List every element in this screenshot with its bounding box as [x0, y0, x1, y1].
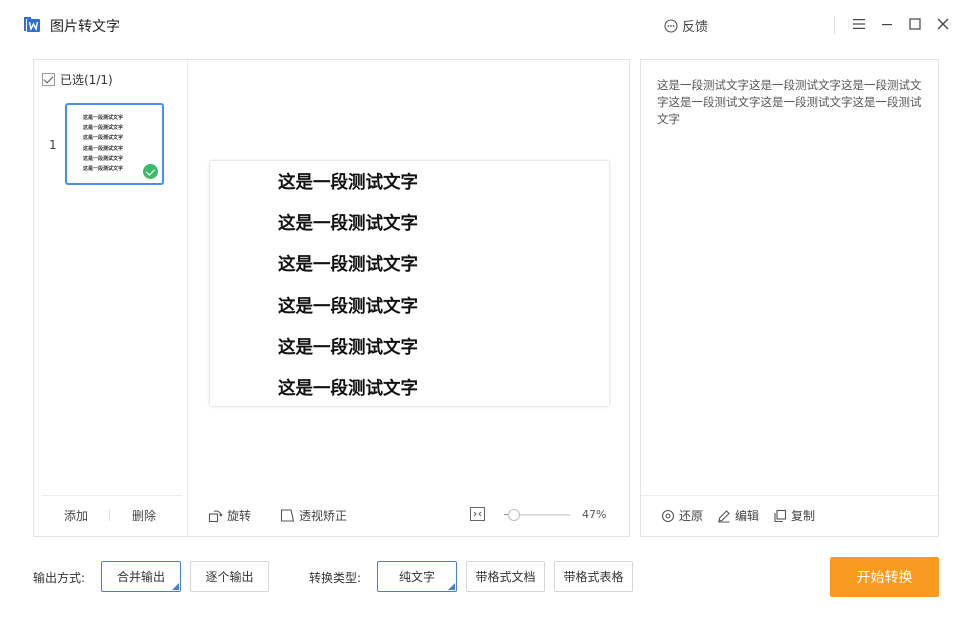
title-bar: 图片转文字 反馈	[0, 0, 972, 52]
restore-icon	[661, 509, 675, 522]
preview-text-line: 这是一段测试文字	[278, 173, 418, 193]
close-button[interactable]	[935, 16, 951, 32]
rotate-icon	[208, 510, 223, 523]
select-all-label: 已选(1/1)	[60, 73, 113, 87]
thumbnail-text-line: 这是一段测试文字	[83, 135, 124, 142]
rotate-button[interactable]: 旋转	[208, 507, 251, 524]
preview-text-line: 这是一段测试文字	[278, 297, 418, 317]
feedback-label: 反馈	[682, 20, 709, 35]
result-text[interactable]: 这是一段测试文字这是一段测试文字这是一段测试文字这是一段测试文字这是一段测试文字…	[657, 77, 927, 128]
minimize-button[interactable]	[879, 16, 895, 32]
output-mode-label: 输出方式:	[33, 571, 86, 585]
fit-to-window-icon[interactable]	[470, 507, 485, 521]
plain-text-button[interactable]: 纯文字	[377, 561, 457, 592]
thumbnail-text-line: 这是一段测试文字	[83, 115, 124, 121]
delete-button[interactable]: 删除	[132, 507, 156, 524]
copy-label: 复制	[791, 509, 816, 523]
page-number: 1	[49, 138, 57, 152]
thumbnail-text-line: 这是一段测试文字	[83, 145, 124, 152]
title-divider	[834, 16, 835, 34]
select-all-checkbox[interactable]	[42, 73, 55, 86]
rotate-label: 旋转	[227, 509, 252, 523]
copy-icon	[774, 509, 787, 522]
feedback-button[interactable]: 反馈	[664, 16, 708, 35]
result-panel: 这是一段测试文字这是一段测试文字这是一段测试文字这是一段测试文字这是一段测试文字…	[640, 59, 939, 537]
preview-text-line: 这是一段测试文字	[278, 214, 418, 234]
perspective-label: 透视矫正	[299, 509, 348, 523]
menu-button[interactable]	[851, 16, 867, 32]
thumbnail-footer-divider	[42, 495, 182, 496]
maximize-button[interactable]	[907, 16, 923, 32]
minimize-icon	[882, 24, 892, 26]
merge-output-button[interactable]: 合并输出	[101, 561, 181, 592]
convert-type-label: 转换类型:	[309, 571, 362, 585]
add-button[interactable]: 添加	[64, 507, 88, 524]
separate-output-button[interactable]: 逐个输出	[190, 561, 269, 592]
perspective-icon	[280, 509, 295, 522]
hamburger-menu-icon	[853, 19, 865, 29]
edit-button[interactable]: 编辑	[717, 507, 759, 524]
restore-label: 还原	[679, 509, 704, 523]
selected-check-icon	[143, 164, 158, 179]
pencil-icon	[718, 509, 730, 522]
app-logo-icon	[22, 14, 42, 34]
chat-bubble-icon	[664, 18, 678, 33]
thumbnail-text-line: 这是一段测试文字	[83, 155, 124, 162]
preview-text-line: 这是一段测试文字	[278, 379, 418, 399]
image-preview: 这是一段测试文字 这是一段测试文字 这是一段测试文字 这是一段测试文字 这是一段…	[210, 161, 609, 406]
start-convert-button[interactable]: 开始转换	[830, 557, 939, 597]
copy-button[interactable]: 复制	[773, 507, 815, 524]
preview-text-line: 这是一段测试文字	[278, 255, 418, 275]
preview-text-line: 这是一段测试文字	[278, 338, 418, 358]
thumbnail-item[interactable]: 这是一段测试文字 这是一段测试文字 这是一段测试文字 这是一段测试文字 这是一段…	[65, 103, 164, 185]
perspective-correct-button[interactable]: 透视矫正	[280, 507, 347, 524]
select-all-toggle[interactable]: 已选(1/1)	[42, 71, 113, 88]
zoom-level: 47%	[582, 508, 607, 521]
formatted-table-button[interactable]: 带格式表格	[554, 561, 633, 592]
restore-button[interactable]: 还原	[661, 507, 703, 524]
maximize-icon	[909, 18, 921, 30]
zoom-slider-handle[interactable]	[508, 509, 520, 521]
formatted-doc-button[interactable]: 带格式文档	[466, 561, 545, 592]
image-panel: 已选(1/1) 1 这是一段测试文字 这是一段测试文字 这是一段测试文字 这是一…	[33, 59, 630, 537]
footer-separator	[109, 509, 110, 521]
result-footer-divider	[641, 495, 938, 496]
thumbnail-text-line: 这是一段测试文字	[83, 125, 124, 132]
thumbnail-column: 已选(1/1) 1 这是一段测试文字 这是一段测试文字 这是一段测试文字 这是一…	[34, 60, 188, 536]
close-icon	[937, 18, 949, 30]
edit-label: 编辑	[735, 509, 760, 523]
app-title: 图片转文字	[50, 19, 120, 35]
